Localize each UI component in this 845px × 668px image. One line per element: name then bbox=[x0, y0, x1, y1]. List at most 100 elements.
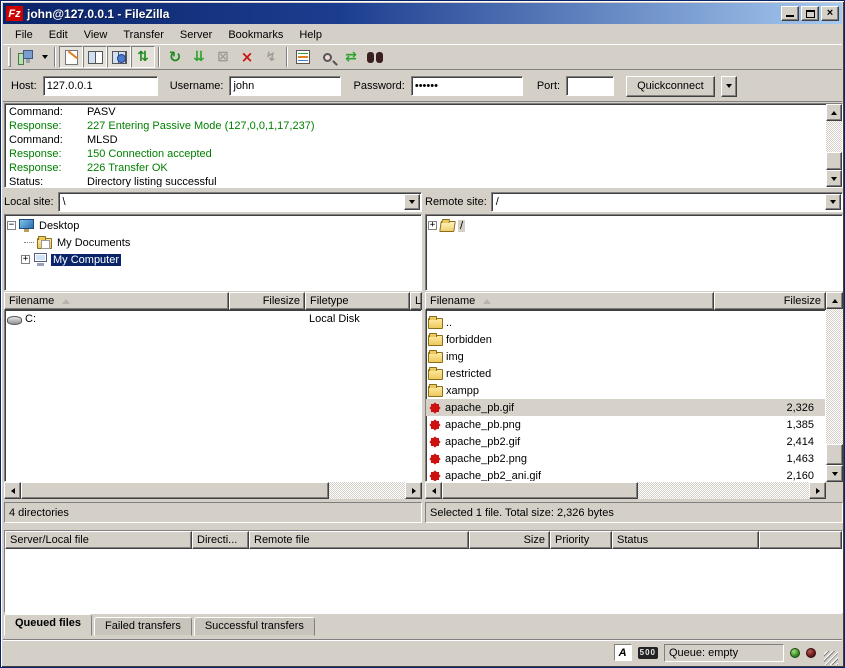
local-site-combo[interactable]: \ bbox=[58, 192, 422, 212]
remote-file-row[interactable]: apache_pb2.gif 2,414 bbox=[426, 433, 825, 450]
tree-item-my-documents[interactable]: My Documents bbox=[7, 234, 421, 251]
tree-item-desktop[interactable]: − Desktop bbox=[7, 217, 421, 234]
queue-header: Server/Local file Directi... Remote file… bbox=[5, 531, 842, 549]
maximize-button[interactable] bbox=[801, 6, 819, 21]
scroll-left-button[interactable] bbox=[4, 482, 21, 499]
toggle-local-tree-button[interactable] bbox=[83, 46, 107, 68]
cancel-operation-button[interactable]: ⊠ bbox=[211, 46, 235, 68]
menu-view[interactable]: View bbox=[76, 27, 116, 43]
remote-file-row[interactable]: forbidden bbox=[426, 331, 825, 348]
remote-file-row[interactable]: apache_pb.png 1,385 bbox=[426, 416, 825, 433]
scroll-up-button[interactable] bbox=[826, 104, 842, 121]
local-col-filename[interactable]: Filename bbox=[4, 292, 229, 310]
menu-edit[interactable]: Edit bbox=[41, 27, 76, 43]
scroll-left-button[interactable] bbox=[425, 482, 442, 499]
combo-dropdown-icon[interactable] bbox=[825, 194, 841, 210]
username-input[interactable] bbox=[229, 76, 341, 96]
minimize-button[interactable] bbox=[781, 6, 799, 21]
tab-successful-transfers[interactable]: Successful transfers bbox=[194, 617, 315, 636]
local-file-list: C: Local Disk bbox=[4, 310, 422, 482]
tree-item-my-computer[interactable]: + My Computer bbox=[7, 251, 421, 268]
combo-dropdown-icon[interactable] bbox=[404, 194, 420, 210]
port-input[interactable] bbox=[566, 76, 614, 96]
quickconnect-button[interactable]: Quickconnect bbox=[626, 76, 715, 97]
site-manager-button[interactable] bbox=[14, 46, 38, 68]
remote-file-row[interactable]: apache_pb2.png 1,463 bbox=[426, 450, 825, 467]
transfer-queue: Server/Local file Directi... Remote file… bbox=[4, 530, 843, 613]
log-scrollbar[interactable] bbox=[826, 104, 842, 187]
host-input[interactable] bbox=[43, 76, 158, 96]
sync-browsing-icon: ⇄ bbox=[345, 49, 357, 65]
scroll-thumb[interactable] bbox=[826, 152, 842, 170]
toggle-remote-tree-button[interactable] bbox=[107, 46, 131, 68]
refresh-button[interactable]: ↻ bbox=[163, 46, 187, 68]
toolbar-grip[interactable] bbox=[8, 47, 11, 67]
resize-grip[interactable] bbox=[824, 651, 838, 665]
local-col-filetype[interactable]: Filetype bbox=[305, 292, 410, 310]
scroll-thumb[interactable] bbox=[442, 482, 638, 499]
local-col-lastmodified[interactable]: L bbox=[410, 292, 422, 310]
quickconnect-dropdown[interactable] bbox=[721, 76, 737, 97]
search-files-button[interactable] bbox=[363, 46, 387, 68]
remote-site-label: Remote site: bbox=[425, 196, 487, 208]
tab-queued-files[interactable]: Queued files bbox=[4, 614, 92, 636]
queue-col-remote-file[interactable]: Remote file bbox=[249, 531, 469, 549]
menu-file[interactable]: File bbox=[7, 27, 41, 43]
tab-failed-transfers[interactable]: Failed transfers bbox=[94, 617, 192, 636]
queue-col-size[interactable]: Size bbox=[469, 531, 550, 549]
remote-file-row[interactable]: restricted bbox=[426, 365, 825, 382]
scroll-down-button[interactable] bbox=[826, 170, 842, 187]
scroll-right-button[interactable] bbox=[405, 482, 422, 499]
scroll-thumb[interactable] bbox=[826, 444, 843, 465]
menu-server[interactable]: Server bbox=[172, 27, 220, 43]
remote-file-row[interactable]: xampp bbox=[426, 382, 825, 399]
remote-hscrollbar[interactable] bbox=[425, 482, 826, 499]
speed-limit-badge[interactable]: 500 bbox=[638, 647, 658, 659]
queue-col-server-local-file[interactable]: Server/Local file bbox=[5, 531, 192, 549]
expand-icon[interactable]: + bbox=[428, 221, 437, 230]
toggle-queue-button[interactable]: ⇅ bbox=[131, 46, 155, 68]
close-button[interactable]: × bbox=[821, 6, 839, 21]
expand-icon[interactable]: + bbox=[21, 255, 30, 264]
sort-ascending-icon bbox=[483, 299, 491, 304]
scroll-down-button[interactable] bbox=[826, 465, 843, 482]
password-input[interactable] bbox=[411, 76, 523, 96]
process-queue-button[interactable]: ⇊ bbox=[187, 46, 211, 68]
local-file-row[interactable]: C: Local Disk bbox=[5, 310, 421, 327]
binoculars-icon bbox=[367, 52, 383, 63]
cancel-icon: ⊠ bbox=[217, 49, 229, 65]
remote-file-list: .. forbidden img restricted xampp apache… bbox=[425, 310, 826, 482]
toggle-message-log-button[interactable] bbox=[59, 46, 83, 68]
disconnect-button[interactable]: × bbox=[235, 46, 259, 68]
collapse-icon[interactable]: − bbox=[7, 221, 16, 230]
site-manager-dropdown[interactable] bbox=[38, 46, 51, 68]
folder-icon bbox=[428, 335, 443, 346]
scroll-right-button[interactable] bbox=[809, 482, 826, 499]
menu-bookmarks[interactable]: Bookmarks bbox=[220, 27, 291, 43]
remote-file-row[interactable]: .. bbox=[426, 314, 825, 331]
scroll-thumb[interactable] bbox=[21, 482, 329, 499]
queue-col-direction[interactable]: Directi... bbox=[192, 531, 249, 549]
remote-site-combo[interactable]: / bbox=[491, 192, 843, 212]
filter-button[interactable] bbox=[291, 46, 315, 68]
remote-col-filesize[interactable]: Filesize bbox=[714, 292, 826, 310]
local-tree: − Desktop My Documents + My Computer bbox=[4, 214, 422, 291]
remote-vscrollbar[interactable] bbox=[826, 292, 843, 482]
local-hscrollbar[interactable] bbox=[4, 482, 422, 499]
remote-col-filename[interactable]: Filename bbox=[425, 292, 714, 310]
menu-transfer[interactable]: Transfer bbox=[115, 27, 172, 43]
menu-help[interactable]: Help bbox=[291, 27, 330, 43]
filter-icon bbox=[296, 50, 310, 64]
tree-item-root[interactable]: + / bbox=[428, 217, 842, 234]
remote-file-row[interactable]: img bbox=[426, 348, 825, 365]
remote-file-row[interactable]: apache_pb2_ani.gif 2,160 bbox=[426, 467, 825, 482]
queue-col-status[interactable]: Status bbox=[612, 531, 759, 549]
port-label: Port: bbox=[537, 80, 560, 92]
directory-comparison-button[interactable] bbox=[315, 46, 339, 68]
remote-file-row-selected[interactable]: apache_pb.gif 2,326 bbox=[426, 399, 825, 416]
scroll-up-button[interactable] bbox=[826, 292, 843, 309]
reconnect-button[interactable]: ↯ bbox=[259, 46, 283, 68]
local-col-filesize[interactable]: Filesize bbox=[229, 292, 305, 310]
queue-col-priority[interactable]: Priority bbox=[550, 531, 612, 549]
synchronized-browsing-button[interactable]: ⇄ bbox=[339, 46, 363, 68]
